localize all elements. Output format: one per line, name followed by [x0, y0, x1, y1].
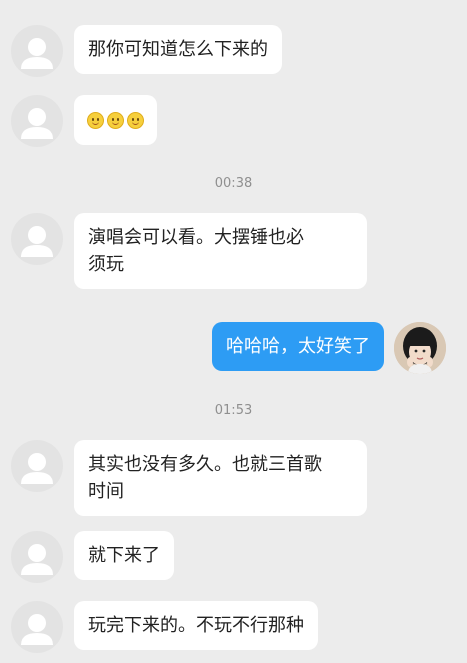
contact-avatar[interactable]	[11, 25, 63, 77]
default-avatar-icon	[21, 614, 53, 645]
user-avatar[interactable]	[394, 322, 446, 374]
incoming-message-bubble[interactable]: 演唱会可以看。大摆锤也必 须玩	[74, 213, 367, 289]
message-text: 就下来了	[88, 545, 160, 566]
outgoing-message-bubble[interactable]: 哈哈哈，太好笑了	[212, 322, 384, 371]
smile-emoji-icon	[87, 111, 104, 129]
contact-avatar[interactable]	[11, 601, 63, 653]
default-avatar-icon	[21, 453, 53, 484]
smile-emoji-icon	[107, 111, 124, 129]
default-avatar-icon	[21, 38, 53, 69]
user-photo-icon	[394, 322, 446, 374]
default-avatar-icon	[21, 226, 53, 257]
contact-avatar[interactable]	[11, 213, 63, 265]
chat-message-list[interactable]: 那你可知道怎么下来的 00:38 演唱会可以看。大摆锤也必 须玩 哈哈哈，太好笑…	[0, 0, 467, 663]
incoming-message-bubble[interactable]: 那你可知道怎么下来的	[74, 25, 282, 74]
message-text: 那你可知道怎么下来的	[88, 39, 268, 60]
default-avatar-icon	[21, 544, 53, 575]
message-text: 哈哈哈，太好笑了	[226, 336, 370, 357]
default-avatar-icon	[21, 108, 53, 139]
message-text-line: 须玩	[88, 254, 124, 275]
timestamp: 00:38	[214, 176, 253, 191]
message-text-line: 时间	[88, 481, 124, 502]
incoming-message-bubble[interactable]: 就下来了	[74, 531, 174, 580]
incoming-message-bubble[interactable]: 玩完下来的。不玩不行那种	[74, 601, 318, 650]
message-text-line: 其实也没有多久。也就三首歌	[88, 454, 322, 475]
contact-avatar[interactable]	[11, 531, 63, 583]
message-text-line: 演唱会可以看。大摆锤也必	[88, 227, 304, 248]
smile-emoji-icon	[127, 111, 144, 129]
incoming-message-bubble[interactable]: 其实也没有多久。也就三首歌 时间	[74, 440, 367, 516]
contact-avatar[interactable]	[11, 440, 63, 492]
message-text: 玩完下来的。不玩不行那种	[88, 615, 304, 636]
incoming-message-bubble[interactable]	[74, 95, 157, 145]
timestamp: 01:53	[214, 403, 253, 418]
contact-avatar[interactable]	[11, 95, 63, 147]
